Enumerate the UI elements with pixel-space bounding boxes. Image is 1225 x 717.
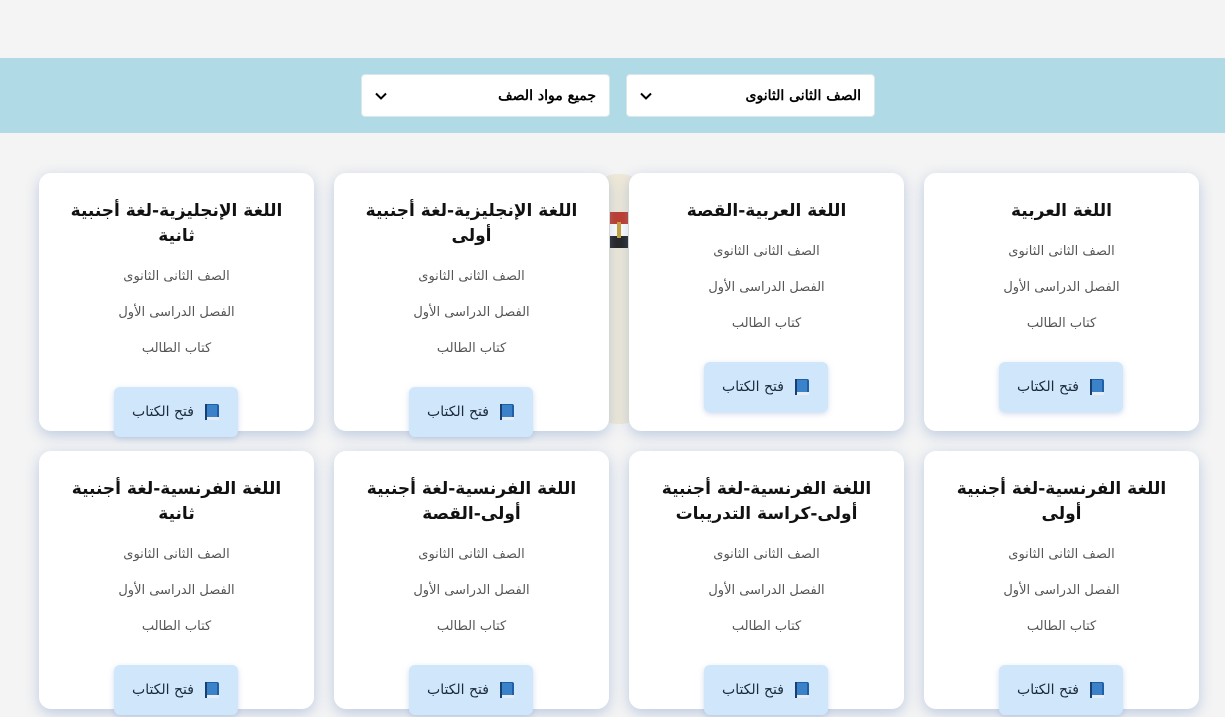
- filter-bar: الصف الثانى الثانوى جميع مواد الصف: [0, 58, 1225, 133]
- open-book-button[interactable]: فتح الكتاب: [704, 362, 828, 412]
- book-title: اللغة العربية: [1011, 201, 1112, 221]
- book-icon: [204, 682, 219, 698]
- book-icon: [1089, 379, 1104, 395]
- open-book-button[interactable]: فتح الكتاب: [999, 362, 1123, 412]
- book-title: اللغة الإنجليزية-لغة أجنبية ثانية: [70, 201, 283, 246]
- book-icon: [794, 682, 809, 698]
- book-type: كتاب الطالب: [731, 316, 802, 331]
- book-type: كتاب الطالب: [1026, 316, 1097, 331]
- book-title: اللغة الفرنسية-لغة أجنبية أولى-القصة: [366, 479, 577, 524]
- book-type: كتاب الطالب: [1026, 619, 1097, 634]
- book-term: الفصل الدراسى الأول: [413, 583, 530, 598]
- book-grade: الصف الثانى الثانوى: [1008, 244, 1115, 259]
- book-term: الفصل الدراسى الأول: [1003, 583, 1120, 598]
- book-card: اللغة الفرنسية-لغة أجنبية أولى-كراسة الت…: [629, 451, 904, 715]
- book-card: اللغة العربية الصف الثانى الثانوى الفصل …: [924, 173, 1199, 431]
- book-icon: [1089, 682, 1104, 698]
- open-book-label: فتح الكتاب: [427, 682, 489, 698]
- book-title: اللغة الفرنسية-لغة أجنبية أولى: [956, 479, 1167, 524]
- open-book-label: فتح الكتاب: [722, 379, 784, 395]
- open-book-button[interactable]: فتح الكتاب: [409, 387, 533, 437]
- book-grade: الصف الثانى الثانوى: [713, 244, 820, 259]
- book-type: كتاب الطالب: [141, 619, 212, 634]
- book-title: اللغة الفرنسية-لغة أجنبية ثانية: [71, 479, 282, 524]
- eagle-emblem-icon: [610, 212, 628, 248]
- book-grade: الصف الثانى الثانوى: [1008, 547, 1115, 562]
- book-grade: الصف الثانى الثانوى: [418, 547, 525, 562]
- open-book-label: فتح الكتاب: [132, 682, 194, 698]
- book-card: اللغة الفرنسية-لغة أجنبية ثانية الصف الث…: [39, 451, 314, 715]
- subject-select-value: جميع مواد الصف: [498, 87, 596, 104]
- open-book-button[interactable]: فتح الكتاب: [999, 665, 1123, 715]
- open-book-label: فتح الكتاب: [1017, 682, 1079, 698]
- book-term: الفصل الدراسى الأول: [118, 305, 235, 320]
- grade-select[interactable]: الصف الثانى الثانوى: [626, 74, 875, 117]
- book-icon: [204, 404, 219, 420]
- book-grade: الصف الثانى الثانوى: [123, 269, 230, 284]
- book-card: اللغة الفرنسية-لغة أجنبية أولى الصف الثا…: [924, 451, 1199, 715]
- open-book-button[interactable]: فتح الكتاب: [704, 665, 828, 715]
- book-type: كتاب الطالب: [436, 341, 507, 356]
- open-book-label: فتح الكتاب: [1017, 379, 1079, 395]
- book-term: الفصل الدراسى الأول: [1003, 280, 1120, 295]
- book-type: كتاب الطالب: [731, 619, 802, 634]
- book-card: اللغة الفرنسية-لغة أجنبية أولى-القصة الص…: [334, 451, 609, 715]
- open-book-button[interactable]: فتح الكتاب: [114, 665, 238, 715]
- book-card: اللغة العربية-القصة الصف الثانى الثانوى …: [629, 173, 904, 431]
- book-type: كتاب الطالب: [141, 341, 212, 356]
- book-icon: [499, 404, 514, 420]
- book-card: اللغة الإنجليزية-لغة أجنبية ثانية الصف ا…: [39, 173, 314, 437]
- chevron-down-icon: [640, 92, 652, 100]
- book-term: الفصل الدراسى الأول: [413, 305, 530, 320]
- subject-select[interactable]: جميع مواد الصف: [361, 74, 610, 117]
- open-book-button[interactable]: فتح الكتاب: [409, 665, 533, 715]
- book-grade: الصف الثانى الثانوى: [123, 547, 230, 562]
- book-title: اللغة الإنجليزية-لغة أجنبية أولى: [365, 201, 578, 246]
- book-type: كتاب الطالب: [436, 619, 507, 634]
- open-book-button[interactable]: فتح الكتاب: [114, 387, 238, 437]
- book-term: الفصل الدراسى الأول: [118, 583, 235, 598]
- book-icon: [499, 682, 514, 698]
- book-title: اللغة الفرنسية-لغة أجنبية أولى-كراسة الت…: [661, 479, 872, 524]
- chevron-down-icon: [375, 92, 387, 100]
- book-term: الفصل الدراسى الأول: [708, 280, 825, 295]
- open-book-label: فتح الكتاب: [427, 404, 489, 420]
- grade-select-value: الصف الثانى الثانوى: [745, 87, 861, 104]
- open-book-label: فتح الكتاب: [132, 404, 194, 420]
- book-grade: الصف الثانى الثانوى: [418, 269, 525, 284]
- book-title: اللغة العربية-القصة: [686, 201, 847, 221]
- book-term: الفصل الدراسى الأول: [708, 583, 825, 598]
- book-icon: [794, 379, 809, 395]
- book-card: اللغة الإنجليزية-لغة أجنبية أولى الصف ال…: [334, 173, 609, 437]
- book-grade: الصف الثانى الثانوى: [713, 547, 820, 562]
- open-book-label: فتح الكتاب: [722, 682, 784, 698]
